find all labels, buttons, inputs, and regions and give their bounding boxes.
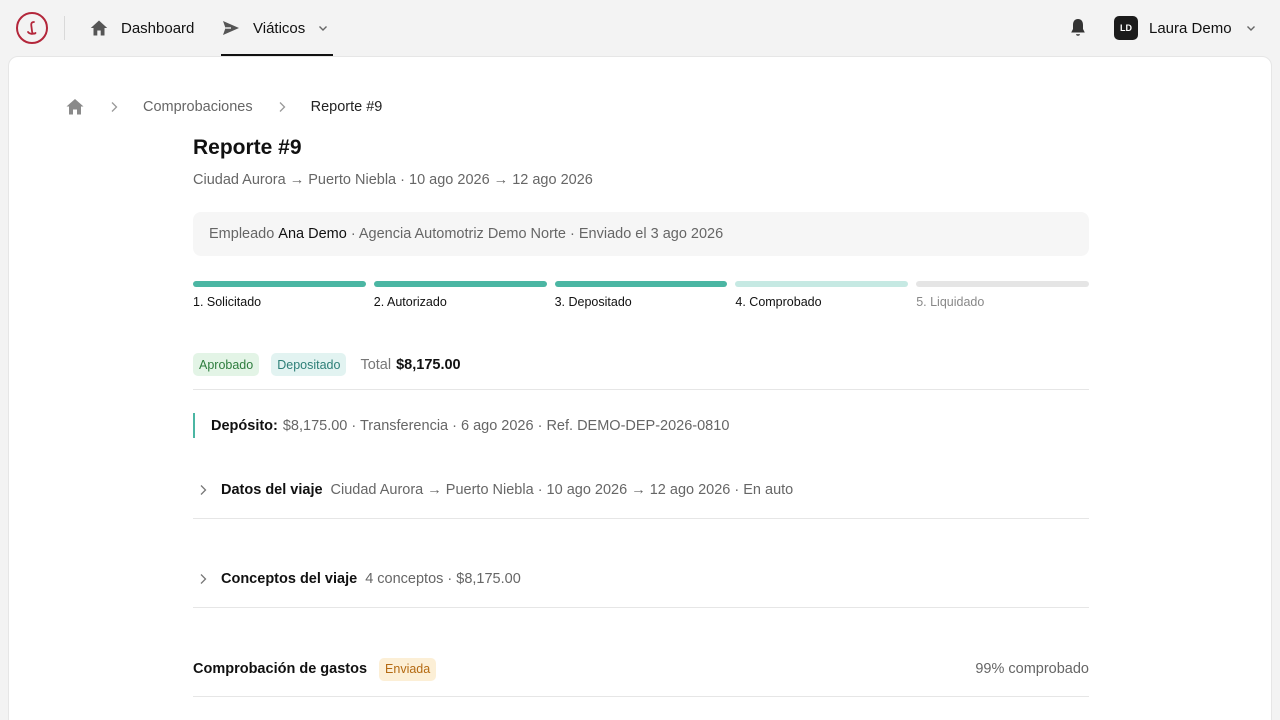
progress-step: 3. Depositado xyxy=(554,281,728,309)
chevron-right-icon xyxy=(109,101,119,113)
nav-viaticos-label: Viáticos xyxy=(253,19,306,37)
progress-steps: 1. Solicitado 2. Autorizado 3. Depositado 4… xyxy=(193,281,1089,309)
deposit-label: Depósito: xyxy=(211,417,278,434)
verification-percent: 99% comprobado xyxy=(975,661,1089,677)
status-row: Aprobado Depositado Total $8,175.00 xyxy=(193,353,461,376)
status-badge-approved: Aprobado xyxy=(193,353,260,376)
divider xyxy=(193,607,1089,608)
total-label: Total xyxy=(360,356,392,373)
employee-info-box: Empleado Ana Demo · Agencia Automotriz D… xyxy=(193,212,1089,256)
nav-dashboard[interactable]: Dashboard xyxy=(89,0,194,56)
progress-step: 2. Autorizado xyxy=(373,281,547,309)
progress-step: 4. Comprobado xyxy=(735,281,909,309)
progress-step: 1. Solicitado xyxy=(193,281,366,309)
progress-step-bar xyxy=(735,281,909,287)
progress-step-bar xyxy=(193,281,366,287)
chevron-right-icon xyxy=(198,484,208,496)
report-subtitle: Ciudad Aurora → Puerto Niebla · 10 ago 2… xyxy=(193,172,593,188)
progress-step-label: 2. Autorizado xyxy=(373,295,447,309)
brand-logo-icon[interactable] xyxy=(16,12,48,44)
total-value: $8,175.00 xyxy=(396,356,461,373)
nav-divider xyxy=(64,16,65,40)
progress-step-bar xyxy=(916,281,1089,287)
page-title: Reporte #9 xyxy=(193,136,302,159)
trip-concepts-toggle[interactable]: Conceptos del viaje 4 conceptos · $8,175… xyxy=(193,568,521,590)
divider xyxy=(193,389,1089,390)
divider xyxy=(193,696,1089,697)
progress-step-label: 3. Depositado xyxy=(554,295,632,309)
user-menu[interactable]: LD Laura Demo xyxy=(1114,16,1257,40)
deposit-details: $8,175.00 · Transferencia · 6 ago 2026 ·… xyxy=(282,417,730,434)
status-badge-deposited: Depositado xyxy=(271,353,347,376)
progress-step-bar xyxy=(554,281,728,287)
progress-step-bar xyxy=(373,281,547,287)
trip-concepts-meta: 4 conceptos · $8,175.00 xyxy=(365,571,521,587)
trip-concepts-title: Conceptos del viaje xyxy=(221,571,358,587)
user-name: Laura Demo xyxy=(1149,19,1232,37)
top-navigation-bar: Dashboard Viáticos LD Laura Demo xyxy=(0,0,1280,56)
breadcrumb-home-icon[interactable] xyxy=(65,98,85,116)
progress-step-label: 1. Solicitado xyxy=(193,295,262,309)
trip-data-meta: Ciudad Aurora → Puerto Niebla · 10 ago 2… xyxy=(330,482,794,498)
expense-verification-row[interactable]: Comprobación de gastos Enviada 99% compr… xyxy=(193,657,1089,681)
employee-meta: · Agencia Automotriz Demo Norte · Enviad… xyxy=(350,226,724,242)
trip-data-toggle[interactable]: Datos del viaje Ciudad Aurora → Puerto N… xyxy=(193,479,793,501)
expense-verification-title: Comprobación de gastos xyxy=(193,661,368,677)
chevron-down-icon xyxy=(317,22,329,34)
avatar: LD xyxy=(1114,16,1138,40)
nav-dashboard-label: Dashboard xyxy=(121,19,195,37)
breadcrumb: Comprobaciones Reporte #9 xyxy=(65,97,382,117)
breadcrumb-current: Reporte #9 xyxy=(310,99,383,115)
chevron-down-icon xyxy=(1245,22,1257,34)
home-icon xyxy=(89,18,109,38)
employee-label: Empleado xyxy=(209,226,275,242)
employee-name: Ana Demo xyxy=(278,226,347,242)
paper-plane-icon xyxy=(221,18,241,38)
nav-viaticos[interactable]: Viáticos xyxy=(221,0,334,56)
progress-step-label: 5. Liquidado xyxy=(916,295,985,309)
trip-data-title: Datos del viaje xyxy=(221,482,323,498)
notifications-bell-icon[interactable] xyxy=(1068,17,1088,39)
status-badge-sent: Enviada xyxy=(379,657,437,681)
progress-step-label: 4. Comprobado xyxy=(735,295,822,309)
breadcrumb-comprobaciones[interactable]: Comprobaciones xyxy=(143,99,253,115)
progress-step: 5. Liquidado xyxy=(916,281,1089,309)
main-card: Comprobaciones Reporte #9 Reporte #9 Ciu… xyxy=(8,56,1272,720)
chevron-right-icon xyxy=(198,573,208,585)
deposit-info: Depósito: $8,175.00 · Transferencia · 6 … xyxy=(193,413,729,438)
divider xyxy=(193,518,1089,519)
chevron-right-icon xyxy=(277,101,287,113)
